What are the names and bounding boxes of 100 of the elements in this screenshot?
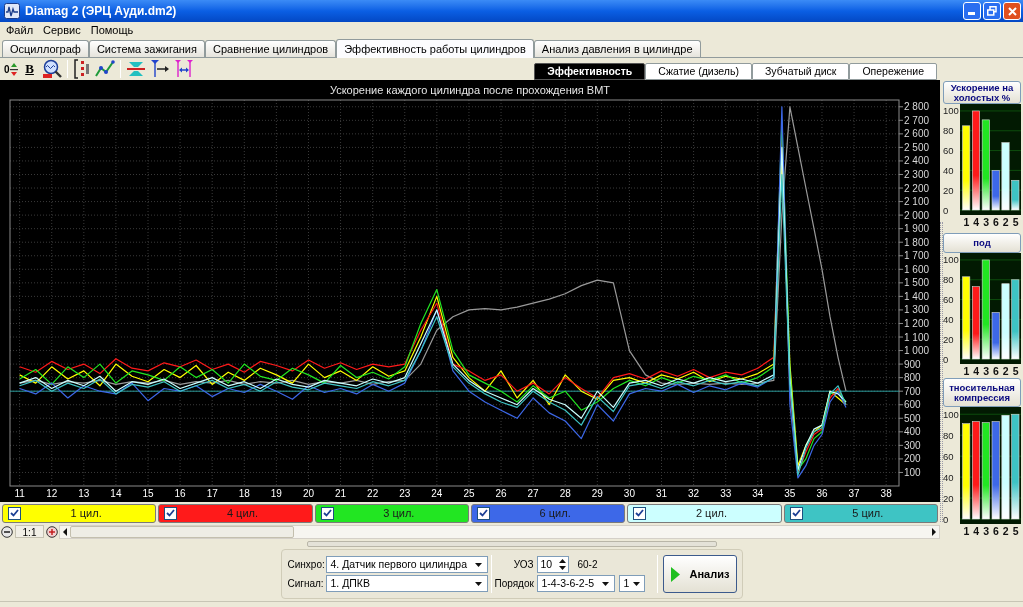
axis-label: 60 (943, 294, 954, 306)
tab[interactable]: Система зажигания (88, 40, 205, 57)
tab[interactable]: Осциллограф (2, 40, 89, 57)
axis-label: 20 (943, 333, 954, 345)
checkbox[interactable] (320, 506, 334, 520)
marker-arrow-icon[interactable] (149, 59, 170, 79)
field-label: Синхро: (287, 558, 326, 572)
close-button[interactable] (1003, 2, 1021, 20)
axis-label: 0 (943, 204, 949, 216)
axis-label: 4 (973, 525, 980, 537)
axis-label: 3 (983, 216, 989, 228)
checkmark-icon (166, 509, 176, 517)
legend-item[interactable]: 6 цил. (471, 503, 626, 523)
axis-label: 34 (752, 488, 764, 499)
tab[interactable]: Эффективность работы цилиндров (336, 39, 534, 58)
axis-label: 80 (943, 274, 954, 286)
axis-label: 60 (943, 145, 954, 157)
axis-label: 23 (399, 488, 411, 499)
dropdown[interactable]: 1. ДПКВ (325, 575, 488, 592)
panel-title-button[interactable]: Ускорение на холостых % (943, 81, 1021, 104)
axis-label: 800 (904, 372, 921, 384)
legend-label: 1 цил. (69, 505, 103, 521)
axis-label: 6 (993, 216, 999, 228)
legend-label: 2 цил. (694, 505, 728, 521)
axis-label: 1 300 (904, 304, 930, 316)
axis-label: 5 (1012, 216, 1019, 228)
minimize-button[interactable] (963, 2, 981, 20)
legend-label: 3 цил. (382, 505, 416, 521)
splitter-handle[interactable] (306, 541, 717, 547)
checkbox[interactable] (633, 506, 647, 520)
caret-down-icon (474, 581, 482, 586)
checkmark-icon (322, 509, 332, 517)
axis-label: 1 (963, 216, 970, 228)
axis-label: 3 (983, 525, 989, 537)
axis-label: 37 (848, 488, 860, 499)
axis-label: 0 (943, 513, 949, 525)
line-chart-icon[interactable] (94, 60, 115, 78)
panel-title-button[interactable]: тносительная компрессия (943, 378, 1021, 407)
tab[interactable]: Сравнение цилиндров (205, 40, 337, 57)
spin-arrows-icon[interactable] (558, 559, 566, 570)
legend-item[interactable]: 5 цил. (783, 503, 938, 523)
axis-label: 6 (993, 365, 999, 377)
view-tab[interactable]: Зубчатый диск (751, 63, 850, 80)
legend-item[interactable]: 3 цил. (314, 503, 469, 523)
axis-label: 4 (973, 365, 980, 377)
restore-icon (987, 6, 997, 16)
tab[interactable]: Анализ давления в цилиндре (533, 40, 701, 57)
dropdown[interactable]: 1-4-3-6-2-5 (536, 575, 615, 592)
axis-label: 40 (943, 164, 954, 176)
axis-label: 24 (431, 488, 443, 499)
axis-label: 6 (993, 525, 999, 537)
axis-label: 13 (78, 488, 90, 499)
legend-item[interactable]: 2 цил. (627, 503, 782, 523)
analyze-button[interactable]: Анализ (662, 555, 737, 593)
window-title: Diamag 2 (ЭРЦ Ауди.dm2) (25, 3, 177, 20)
checkbox[interactable] (164, 506, 178, 520)
zoom-out-icon[interactable] (1, 525, 13, 538)
checkmark-icon (10, 509, 19, 517)
axis-label: 2 200 (904, 182, 930, 194)
axis-label: 2 000 (904, 209, 930, 221)
menu-item[interactable]: Сервис (38, 23, 86, 38)
axis-label: 2 400 (904, 155, 930, 167)
cursor-lines-icon[interactable] (125, 59, 146, 79)
axis-label: 25 (463, 488, 475, 499)
axis-label: 32 (688, 488, 700, 499)
view-tab[interactable]: Эффективность (534, 63, 646, 80)
view-tab[interactable]: Сжатие (дизель) (645, 63, 752, 80)
panel-title-button[interactable]: под (943, 233, 1021, 253)
dropdown[interactable]: 4. Датчик первого цилиндра (325, 556, 488, 573)
axis-label: 1 500 (904, 277, 930, 289)
checkbox[interactable] (789, 506, 803, 520)
axis-label: 40 (943, 471, 954, 483)
spin-box[interactable]: 10 (536, 556, 569, 573)
checkbox[interactable] (477, 506, 490, 520)
axis-label: 5 (1012, 525, 1019, 537)
scale-button[interactable]: 0 (2, 59, 20, 79)
checkbox[interactable] (8, 506, 21, 520)
bracket-icon[interactable] (72, 59, 91, 79)
dropdown-value: 1 (623, 575, 630, 591)
axis-label: 400 (904, 426, 921, 438)
marker-double-arrow-icon[interactable] (173, 59, 194, 79)
axis-label: 80 (943, 429, 954, 441)
caret-down-icon (633, 581, 641, 586)
legend-item[interactable]: 4 цил. (158, 503, 313, 523)
zoom-in-icon[interactable] (46, 525, 58, 538)
magnifier-icon[interactable] (41, 59, 62, 79)
restore-button[interactable] (983, 2, 1001, 20)
scrollbar[interactable] (59, 524, 940, 539)
dropdown[interactable]: 1 (618, 575, 645, 592)
axis-label: 27 (527, 488, 539, 499)
menu-item[interactable]: Помощь (85, 23, 139, 38)
view-tab[interactable]: Опережение (849, 63, 937, 80)
axis-label: 1 (963, 525, 970, 537)
menu-item[interactable]: Файл (1, 23, 39, 38)
bold-button[interactable]: B (19, 59, 40, 79)
axis-label: 28 (559, 488, 571, 499)
scroll-right-icon[interactable] (929, 525, 939, 538)
scrollbar-thumb[interactable] (70, 525, 294, 538)
legend-item[interactable]: 1 цил. (2, 503, 157, 523)
axis-label: 1 000 (904, 345, 930, 357)
